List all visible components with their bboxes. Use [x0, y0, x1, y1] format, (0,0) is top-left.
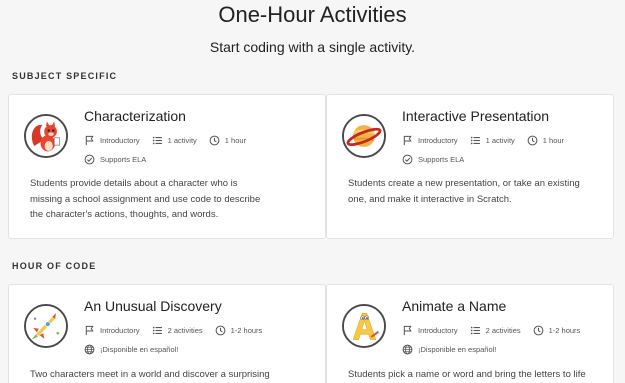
globe-icon [402, 344, 413, 355]
card-description: Two characters meet in a world and disco… [30, 369, 270, 380]
squirrel-icon [24, 114, 68, 158]
card-tag: Supports ELA [84, 154, 158, 165]
planet-icon [342, 114, 386, 158]
tag-label: Supports ELA [100, 155, 147, 164]
card-title: Interactive Presentation [402, 108, 550, 124]
page-title: One-Hour Activities [218, 2, 407, 27]
section-heading-subject-specific: SUBJECT SPECIFIC [12, 71, 118, 81]
activity-card-characterization[interactable]: Characterization Introductory 1 activity… [8, 94, 326, 239]
level-label: Introductory [100, 136, 140, 145]
card-tag: ¡Disponible en español! [402, 344, 508, 355]
duration-label: 1 hour [224, 136, 247, 145]
clock-icon [527, 135, 538, 146]
check-circle-icon [402, 154, 413, 165]
card-title: Animate a Name [402, 298, 507, 314]
card-description: Students create a new presentation, or t… [348, 178, 580, 205]
level-label: Introductory [100, 326, 140, 335]
level-label: Introductory [418, 136, 458, 145]
clock-icon [209, 135, 220, 146]
activity-card-an-unusual-discovery[interactable]: An Unusual Discovery Introductory 2 acti… [8, 284, 326, 383]
flag-icon [85, 135, 94, 146]
list-icon [470, 326, 480, 335]
page-subtitle: Start coding with a single activity. [209, 39, 416, 55]
card-description: Students provide details about a charact… [30, 178, 261, 220]
duration-label: 1-2 hours [230, 326, 263, 335]
card-tag: Supports ELA [402, 154, 476, 165]
card-meta: Introductory 2 activities 1-2 hours [402, 325, 592, 336]
level-label: Introductory [418, 326, 458, 335]
card-meta: Introductory 1 activity 1 hour [84, 135, 258, 146]
globe-icon [84, 344, 95, 355]
card-description: Students pick a name or word and bring t… [348, 369, 586, 380]
activity-count: 1 activity [485, 136, 515, 145]
activity-count: 2 activities [167, 326, 203, 335]
rocket-icon [24, 304, 68, 348]
section-heading-hour-of-code: HOUR OF CODE [12, 261, 97, 271]
duration-label: 1 hour [542, 136, 565, 145]
activity-card-interactive-presentation[interactable]: Interactive Presentation Introductory 1 … [326, 94, 614, 239]
card-meta: Introductory 2 activities 1-2 hours [84, 325, 274, 336]
check-circle-icon [84, 154, 95, 165]
flag-icon [85, 325, 94, 336]
card-title: Characterization [84, 108, 186, 124]
duration-label: 1-2 hours [548, 326, 581, 335]
list-icon [470, 136, 480, 145]
clock-icon [533, 325, 544, 336]
letter-a-icon [342, 304, 386, 348]
activity-count: 2 activities [485, 326, 521, 335]
tag-label: Supports ELA [418, 155, 465, 164]
card-title: An Unusual Discovery [84, 298, 222, 314]
flag-icon [403, 325, 412, 336]
list-icon [152, 326, 162, 335]
card-tag: ¡Disponible en español! [84, 344, 190, 355]
activity-card-animate-a-name[interactable]: Animate a Name Introductory 2 activities… [326, 284, 614, 383]
activity-count: 1 activity [167, 136, 197, 145]
card-meta: Introductory 1 activity 1 hour [402, 135, 576, 146]
tag-label: ¡Disponible en español! [418, 345, 497, 354]
tag-label: ¡Disponible en español! [100, 345, 179, 354]
list-icon [152, 136, 162, 145]
flag-icon [403, 135, 412, 146]
clock-icon [215, 325, 226, 336]
